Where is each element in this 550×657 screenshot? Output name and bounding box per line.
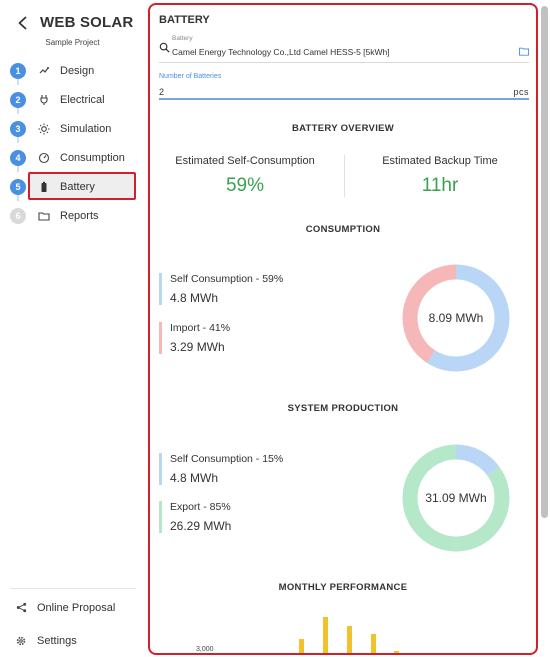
sidebar-item-label: Electrical: [60, 93, 105, 106]
settings-label: Settings: [37, 634, 77, 647]
sidebar-item-label: Reports: [60, 209, 99, 222]
sun-icon: [38, 123, 50, 135]
share-icon: [14, 601, 28, 615]
sidebar-item-label: Consumption: [60, 151, 125, 164]
step-number: 4: [10, 149, 26, 166]
backup-time-value: 11hr: [421, 175, 459, 196]
gauge-icon: [38, 152, 50, 164]
battery-overview-title: BATTERY OVERVIEW: [291, 123, 395, 134]
online-proposal-link[interactable]: Online Proposal: [10, 593, 136, 622]
sidebar-item-consumption[interactable]: 4 Consumption: [10, 143, 136, 172]
battery-count-unit: pcs: [513, 87, 529, 97]
self-consumption-value: 59%: [225, 175, 265, 196]
folder-icon[interactable]: [519, 47, 529, 56]
plug-icon: [38, 94, 50, 106]
legend-value: 4.8 MWh: [170, 291, 219, 305]
monthly-bar-chart: [299, 617, 399, 653]
monthly-bar: [323, 617, 328, 653]
legend-label: Self Consumption - 59%: [170, 273, 284, 285]
legend-value: 3.29 MWh: [170, 340, 225, 354]
consumption-donut-chart: 8.09 MWh: [401, 263, 511, 373]
sidebar-item-design[interactable]: 1 Design: [10, 56, 136, 85]
step-number: 5: [10, 178, 26, 195]
gear-icon: [14, 634, 28, 648]
legend-label: Import - 41%: [170, 322, 231, 334]
settings-link[interactable]: Settings: [10, 626, 136, 655]
consumption-legend-import: Import - 41% 3.29 MWh: [159, 322, 309, 354]
legend-value: 26.29 MWh: [170, 519, 232, 533]
consumption-total: 8.09 MWh: [428, 311, 484, 325]
battery-field-value[interactable]: Camel Energy Technology Co.,Ltd Camel HE…: [172, 47, 390, 57]
battery-count-label: Number of Batteries: [159, 73, 222, 80]
scrollbar[interactable]: [541, 6, 548, 518]
battery-count-input[interactable]: 2: [159, 87, 164, 97]
system-production-title: SYSTEM PRODUCTION: [287, 403, 399, 414]
sidebar-item-simulation[interactable]: 3 Simulation: [10, 114, 136, 143]
step-number: 6: [10, 207, 26, 224]
self-consumption-metric: Estimated Self-Consumption 59%: [150, 155, 340, 197]
page-title: BATTERY: [159, 14, 210, 26]
sidebar-item-label: Battery: [60, 180, 95, 193]
step-number: 1: [10, 62, 26, 79]
sidebar-footer: Online Proposal Settings: [10, 588, 136, 655]
sidebar-item-electrical[interactable]: 2 Electrical: [10, 85, 136, 114]
monthly-bar: [299, 639, 304, 653]
battery-select-field[interactable]: Battery Camel Energy Technology Co.,Ltd …: [159, 33, 529, 63]
monthly-bar: [394, 651, 399, 653]
back-icon[interactable]: [16, 16, 30, 30]
consumption-legend-self: Self Consumption - 59% 4.8 MWh: [159, 273, 309, 305]
legend-label: Self Consumption - 15%: [170, 453, 284, 465]
design-icon: [38, 65, 50, 77]
backup-time-label: Estimated Backup Time: [382, 155, 498, 167]
search-icon: [159, 42, 170, 53]
battery-count-field[interactable]: Number of Batteries 2 pcs: [159, 71, 529, 100]
battery-icon: [38, 181, 50, 193]
sidebar: WEB SOLAR Sample Project 1 Design 2 Elec…: [0, 0, 145, 657]
legend-value: 4.8 MWh: [170, 471, 219, 485]
folder-icon: [38, 210, 50, 222]
sidebar-item-reports[interactable]: 6 Reports: [10, 201, 136, 230]
production-legend-self: Self Consumption - 15% 4.8 MWh: [159, 453, 309, 485]
production-total: 31.09 MWh: [425, 491, 487, 505]
self-consumption-label: Estimated Self-Consumption: [175, 155, 315, 167]
backup-time-metric: Estimated Backup Time 11hr: [345, 155, 535, 197]
monthly-performance-title: MONTHLY PERFORMANCE: [278, 582, 408, 593]
sidebar-item-label: Design: [60, 64, 95, 77]
monthly-bar: [347, 626, 352, 653]
app-title: WEB SOLAR: [40, 14, 134, 31]
step-number: 2: [10, 91, 26, 108]
online-proposal-label: Online Proposal: [37, 601, 116, 614]
brand: WEB SOLAR: [16, 14, 133, 31]
consumption-title: CONSUMPTION: [305, 224, 381, 235]
monthly-bar: [371, 634, 376, 653]
legend-label: Export - 85%: [170, 501, 231, 513]
step-number: 3: [10, 120, 26, 137]
sidebar-item-label: Simulation: [60, 122, 112, 135]
project-name: Sample Project: [45, 38, 100, 47]
production-donut-chart: 31.09 MWh: [401, 443, 511, 553]
step-nav: 1 Design 2 Electrical 3 Simulation 4 Con…: [10, 56, 136, 230]
monthly-gridline: [220, 653, 530, 654]
battery-panel: BATTERY Battery Camel Energy Technology …: [148, 3, 538, 655]
production-legend-export: Export - 85% 26.29 MWh: [159, 501, 309, 533]
sidebar-item-battery[interactable]: 5 Battery: [10, 172, 136, 201]
battery-field-label: Battery: [172, 35, 193, 42]
